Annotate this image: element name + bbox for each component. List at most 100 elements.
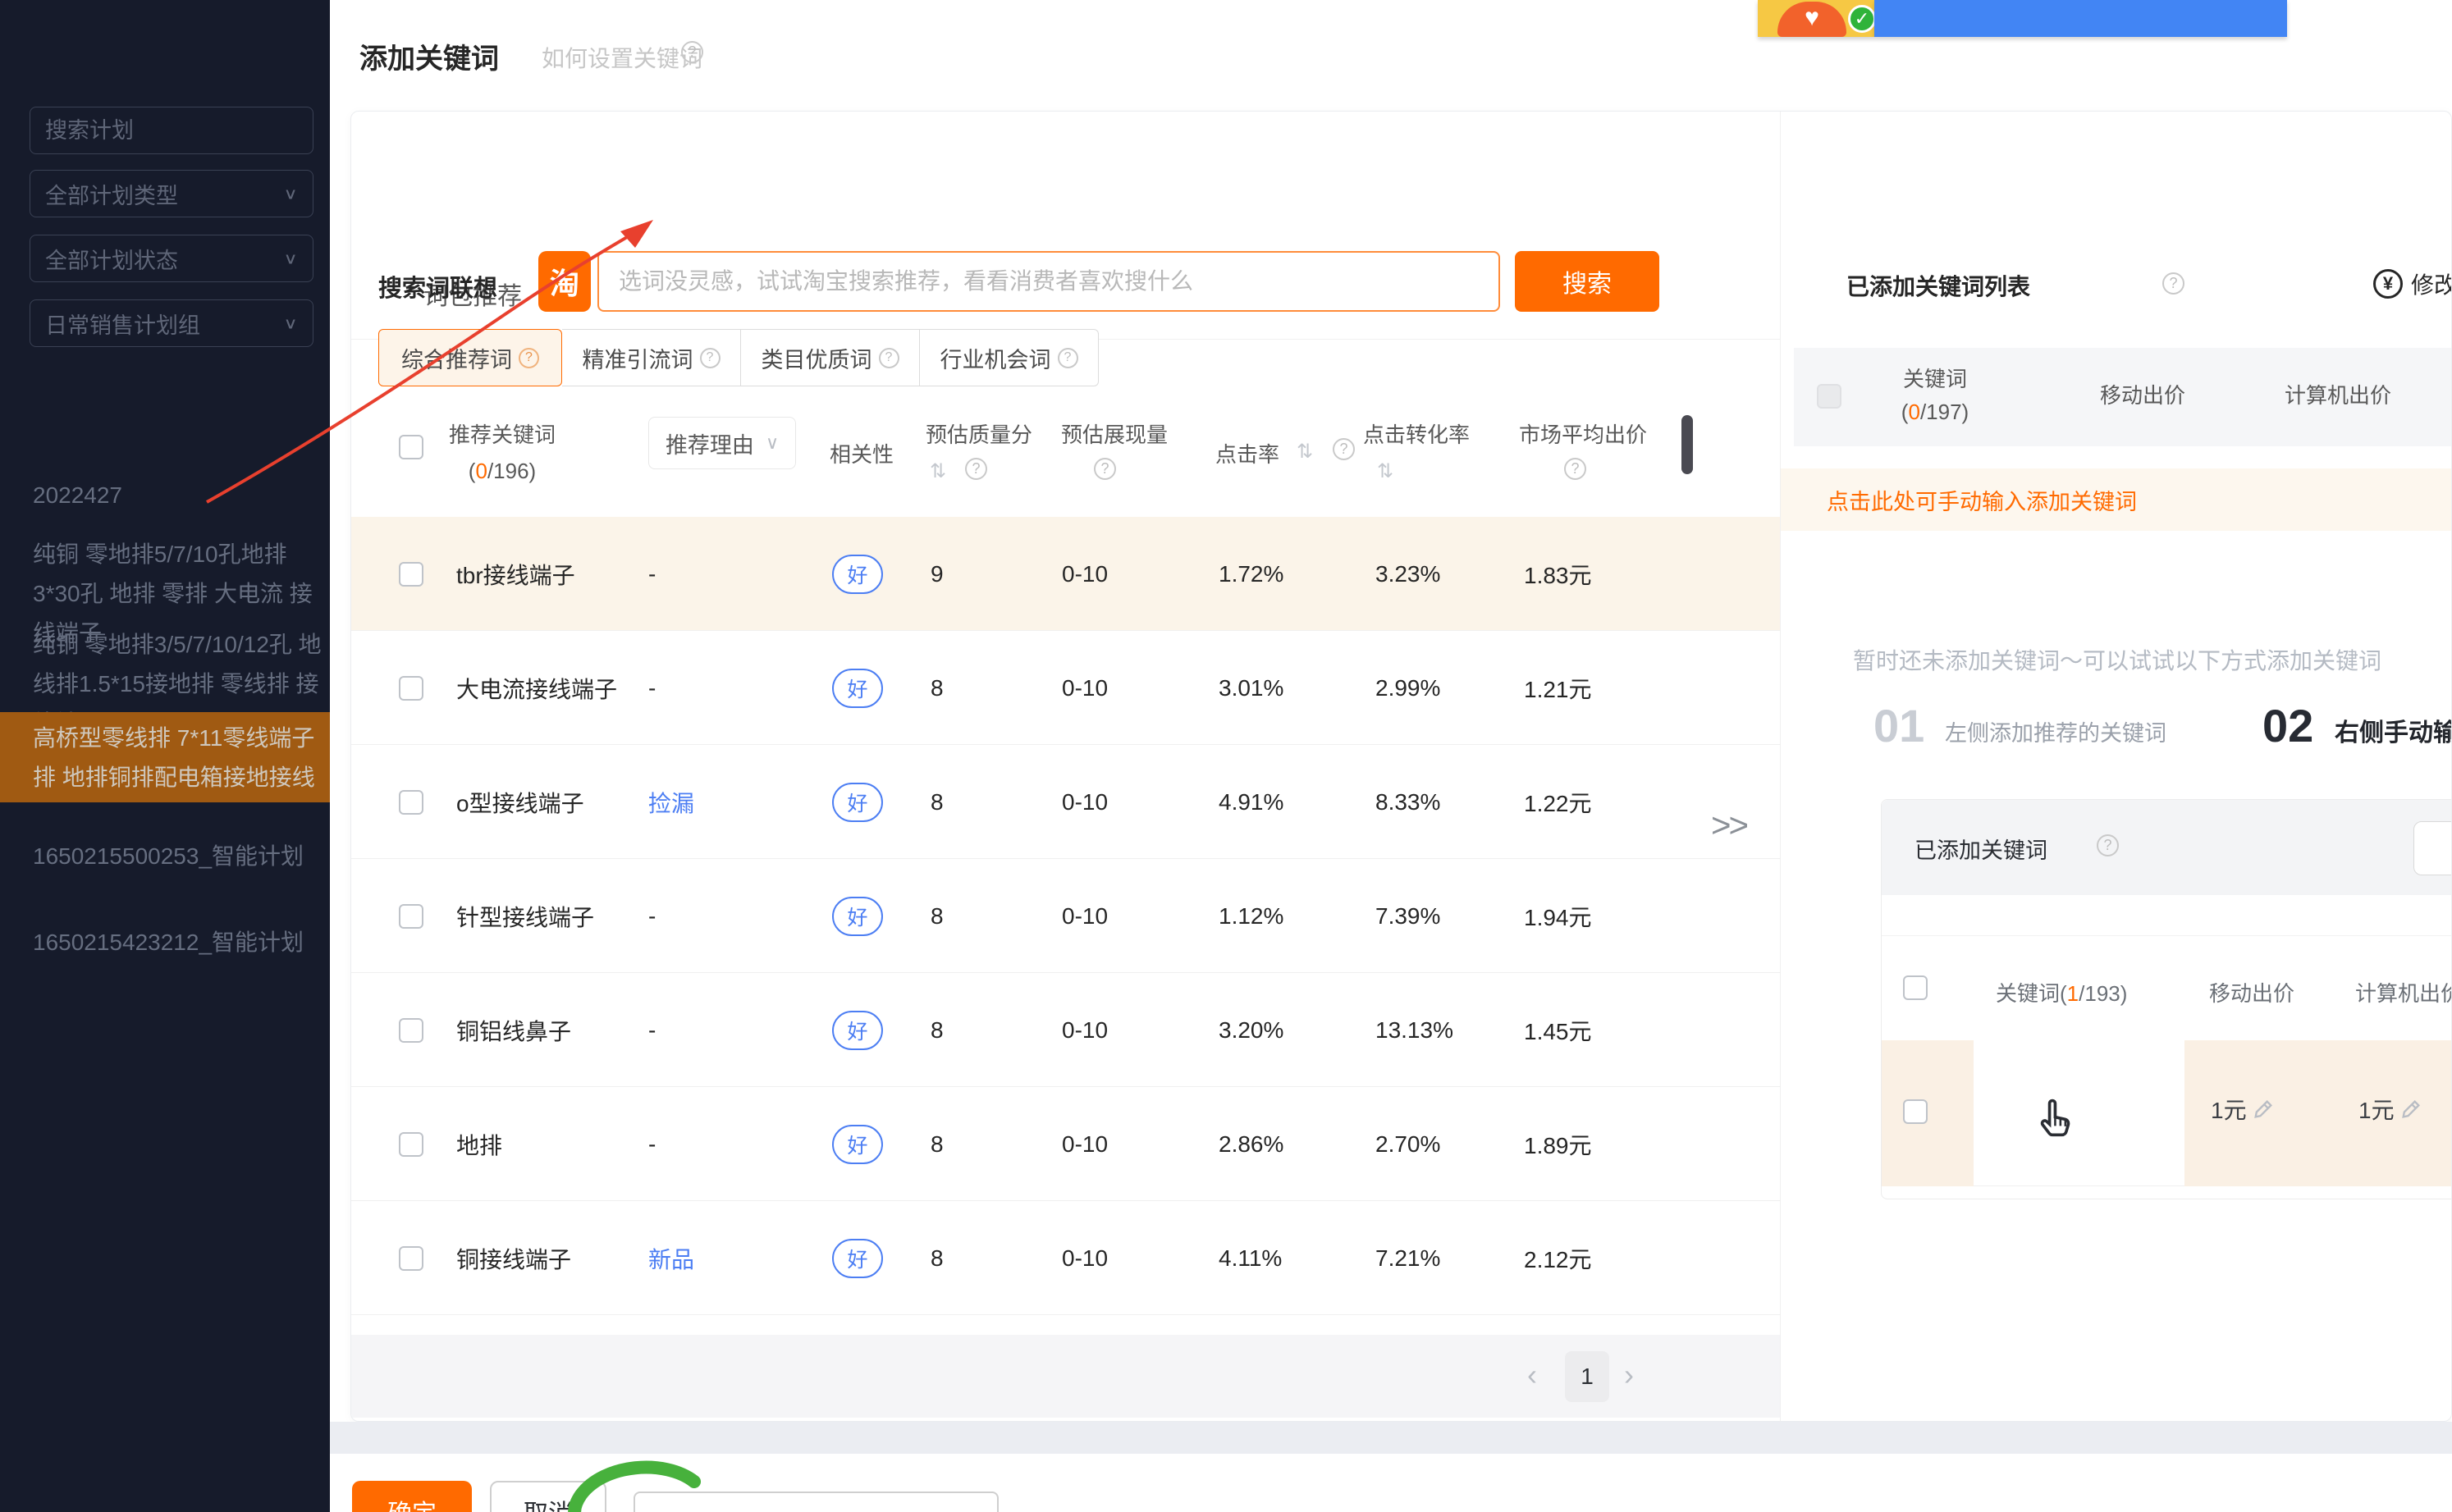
reason-filter-dropdown[interactable]: 推荐理由 ∨ [648,417,796,469]
col-mobile-bid: 移动出价 [2100,379,2185,409]
modify-bid-button[interactable]: ¥ 修改 [2373,267,2452,300]
page-number[interactable]: 1 [1565,1351,1609,1402]
select-all-checkbox[interactable] [1903,975,1928,1000]
taobao-logo-icon: 淘 [538,251,591,312]
relevance-badge: 好 [832,669,883,708]
search-assoc-label: 搜索词联想 [378,269,497,304]
row-reason-link[interactable]: 新品 [648,1201,694,1315]
edit-pencil-icon[interactable] [2252,1098,2275,1121]
sort-icon[interactable]: ⇅ [930,459,946,483]
table-row[interactable]: 针型接线端子 - 好 8 0-10 1.12% 7.39% 1.94元 [351,859,1780,973]
pagination-bar: ‹ 1 › [351,1335,1780,1418]
table-row[interactable]: tbr接线端子 - 好 9 0-10 1.72% 3.23% 1.83元 [351,517,1780,631]
plan-type-dropdown[interactable]: 全部计划类型 ∨ [30,170,313,217]
sort-icon[interactable]: ⇅ [1297,440,1313,464]
row-price: 1.21元 [1524,631,1592,745]
yen-icon: ¥ [2373,269,2403,299]
added-keywords-section: 已添加关键词列表 ? ¥ 修改 关键词 (0/197) 移动出价 计算机出价 点… [1780,112,2452,1422]
table-row[interactable]: 铜铝线鼻子 - 好 8 0-10 3.20% 13.13% 1.45元 [351,973,1780,1087]
col-keyword: 推荐关键词 (0/196) [433,417,571,489]
sidebar-plan-item-selected[interactable]: 高桥型零线排 7*11零线端子排 地排铜排配电箱接地接线端子 [0,712,330,802]
row-checkbox[interactable] [399,790,423,815]
row-checkbox[interactable] [399,1246,423,1271]
help-icon[interactable]: ? [879,348,899,368]
row-ctr: 3.01% [1219,631,1283,745]
sidebar-plan-item[interactable]: 2022427 [0,476,330,515]
help-icon[interactable]: ? [2162,272,2184,295]
row-checkbox[interactable] [399,1132,423,1157]
word-type-tab-category[interactable]: 类目优质词 ? [741,329,920,386]
scrollbar-thumb[interactable] [1681,415,1693,474]
table-row[interactable]: o型接线端子 捡漏 好 8 0-10 4.91% 8.33% 1.22元 [351,745,1780,859]
prev-page-icon[interactable]: ‹ [1527,1358,1537,1392]
added-keyword-row[interactable]: 1元 1元 [1882,1040,2452,1186]
row-impressions: 0-10 [1062,973,1108,1087]
help-icon[interactable]: ? [965,458,987,480]
confirm-button[interactable]: 确定 [352,1481,472,1512]
step-1-number: 01 [1873,699,1924,752]
row-ctr: 4.91% [1219,745,1283,859]
mobile-bid-value: 1元 [2211,1093,2275,1126]
table-row[interactable]: 铜接线端子 新品 好 8 0-10 4.11% 7.21% 2.12元 [351,1201,1780,1315]
row-checkbox-cell [1882,1040,1974,1186]
plan-sidebar: 全部计划类型 ∨ 全部计划状态 ∨ 日常销售计划组 ∨ 2022427 纯铜 零… [0,0,330,1512]
added-list-title: 已添加关键词列表 [1846,269,2030,302]
row-impressions: 0-10 [1062,745,1108,859]
row-keyword: 地排 [456,1087,502,1201]
collapse-panel-icon[interactable]: >> [1711,806,1746,845]
word-type-tab-comprehensive[interactable]: 综合推荐词 ? [378,329,562,386]
help-icon[interactable]: ? [1333,438,1355,460]
edit-pencil-icon[interactable] [2399,1098,2422,1121]
help-icon[interactable]: ? [519,348,539,368]
cancel-button[interactable]: 取消 [490,1481,606,1512]
keyword-card: 词包推荐 词推荐 搜索词联想 淘 搜索 综合推荐词 ? 精准引流词 ? 类目优质… [350,111,2452,1422]
sidebar-plan-item[interactable]: 1650215423212_智能计划 [0,923,330,962]
word-type-tab-precise[interactable]: 精准引流词 ? [562,329,741,386]
chevron-down-icon: ∨ [283,184,298,203]
browser-extension-bar [1874,0,2287,37]
row-checkbox[interactable] [1903,1099,1928,1124]
plan-group-dropdown[interactable]: 日常销售计划组 ∨ [30,299,313,347]
help-icon[interactable]: ? [681,41,703,63]
added-keywords-panel: 已添加关键词 ? 关键词(1/193) 移动出价 计算机出价 [1881,799,2452,1199]
row-quality: 8 [931,745,944,859]
plan-search-input[interactable] [45,118,336,144]
col-cvr: 点击转化率 [1363,418,1470,449]
row-reason: - [648,859,656,973]
manual-add-link[interactable]: 点击此处可手动输入添加关键词 [1781,468,2452,531]
help-icon[interactable]: ? [1564,458,1586,480]
next-page-icon[interactable]: › [1624,1358,1634,1392]
row-price: 2.12元 [1524,1201,1592,1315]
help-icon[interactable]: ? [2097,834,2119,856]
row-price: 1.45元 [1524,973,1592,1087]
step-1-label: 左侧添加推荐的关键词 [1945,715,2166,747]
row-impressions: 0-10 [1062,1087,1108,1201]
sidebar-plan-item[interactable]: 1650215500253_智能计划 [0,837,330,876]
row-checkbox[interactable] [399,904,423,929]
word-type-tab-industry[interactable]: 行业机会词 ? [920,329,1099,386]
help-icon[interactable]: ? [1058,348,1078,368]
step-2-number: 02 [2262,699,2313,752]
plan-search-box[interactable] [30,107,313,154]
help-icon[interactable]: ? [700,348,721,368]
plan-status-dropdown[interactable]: 全部计划状态 ∨ [30,235,313,282]
modal-footer-strip [330,1422,2452,1454]
col-pc-bid: 计算机出价 [2285,379,2391,409]
row-ctr: 4.11% [1219,1201,1282,1315]
search-button[interactable]: 搜索 [1515,251,1659,312]
row-checkbox[interactable] [399,562,423,587]
row-checkbox[interactable] [399,676,423,701]
help-link[interactable]: 如何设置关键词 [542,41,702,74]
help-icon[interactable]: ? [1094,458,1116,480]
row-keyword: 铜接线端子 [456,1201,571,1315]
table-row[interactable]: 大电流接线端子 - 好 8 0-10 3.01% 2.99% 1.21元 [351,631,1780,745]
row-keyword: 大电流接线端子 [456,631,617,745]
row-reason-link[interactable]: 捡漏 [648,745,694,859]
keyword-search-input[interactable] [597,251,1500,312]
select-all-checkbox[interactable] [399,435,423,459]
add-keywords-dialog: 全部计划类型 ∨ 全部计划状态 ∨ 日常销售计划组 ∨ 2022427 纯铜 零… [0,0,2452,1512]
table-row[interactable]: 地排 - 好 8 0-10 2.86% 2.70% 1.89元 [351,1087,1780,1201]
row-checkbox[interactable] [399,1018,423,1043]
added-panel-button[interactable] [2413,821,2452,875]
sort-icon[interactable]: ⇅ [1377,459,1393,483]
